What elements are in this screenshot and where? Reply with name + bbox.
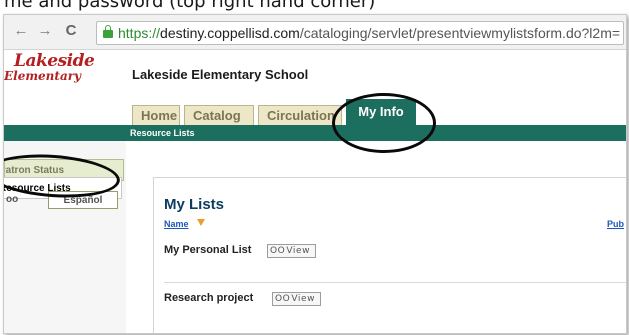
logo-line-1: Lakeside: [14, 51, 95, 71]
list-item-name: My Personal List: [164, 244, 252, 256]
url-host: destiny.coppellisd.com: [160, 25, 300, 41]
screenshot-frame: ← → C https://destiny.coppellisd.com/cat…: [3, 14, 627, 334]
sub-navigation-bar: Resource Lists: [4, 125, 626, 141]
url-path: /cataloging/servlet/presentviewmylistsfo…: [299, 25, 621, 41]
sort-by-public-link[interactable]: Pub: [607, 219, 624, 229]
subnav-resource-lists[interactable]: Resource Lists: [130, 125, 195, 141]
sort-by-name-link[interactable]: Name: [164, 219, 189, 229]
forward-arrow-icon[interactable]: →: [36, 22, 54, 40]
main-content: My Lists Name Pub My Personal List ООVie…: [153, 177, 626, 333]
annotation-circle-my-info: [332, 93, 436, 153]
tab-home[interactable]: Home: [132, 105, 180, 125]
binoculars-icon: ОО: [275, 294, 291, 304]
view-list-button[interactable]: ООView: [267, 244, 317, 258]
list-item-name: Research project: [164, 292, 254, 304]
reload-icon[interactable]: C: [62, 22, 80, 40]
view-button-label: View: [286, 246, 311, 256]
school-logo[interactable]: Lakeside Elementary: [4, 51, 114, 105]
back-arrow-icon[interactable]: ←: [12, 22, 30, 40]
view-list-button[interactable]: ООView: [272, 292, 322, 306]
binoculars-icon: ОО: [270, 246, 286, 256]
school-name: Lakeside Elementary School: [132, 67, 309, 82]
tab-circulation[interactable]: Circulation: [258, 105, 342, 125]
sort-down-icon: [197, 219, 205, 226]
url-scheme: https://: [118, 25, 161, 41]
page-title: My Lists: [164, 196, 225, 213]
logo-line-2: Elementary: [4, 69, 82, 83]
browser-toolbar: ← → C https://destiny.coppellisd.com/cat…: [4, 15, 626, 50]
lock-icon: [103, 25, 113, 38]
view-button-label: View: [291, 294, 316, 304]
address-bar[interactable]: https://destiny.coppellisd.com/catalogin…: [96, 21, 624, 45]
language-prefix: oo: [6, 194, 19, 205]
tab-catalog[interactable]: Catalog: [184, 105, 254, 125]
row-divider: [164, 282, 626, 283]
